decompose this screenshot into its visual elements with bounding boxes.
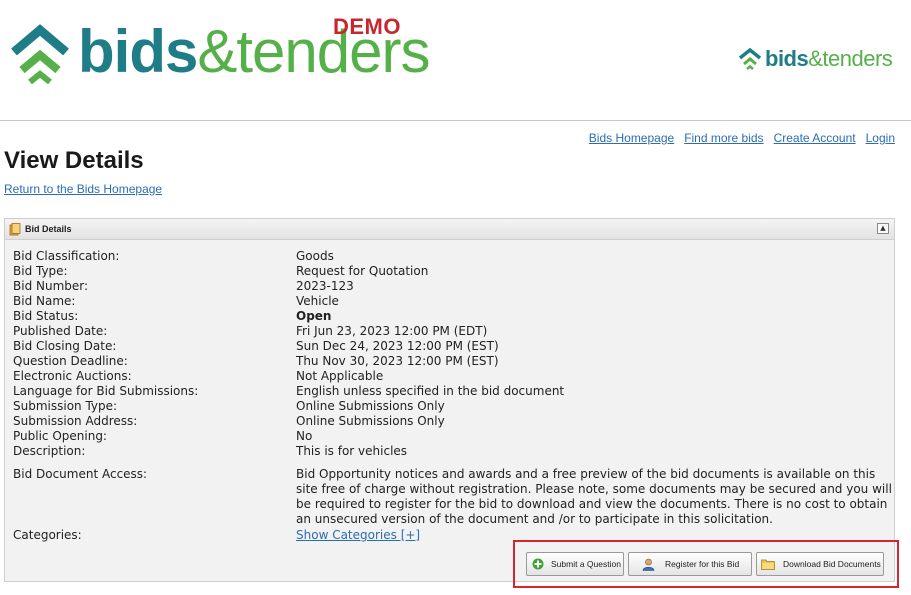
detail-label: Bid Number:: [13, 279, 89, 293]
download-documents-button[interactable]: Download Bid Documents: [756, 552, 884, 576]
detail-row: Bid Number: 2023-123: [13, 279, 893, 294]
plus-circle-icon: [531, 557, 545, 571]
detail-label: Bid Status:: [13, 309, 79, 323]
panel-header: Bid Details: [5, 219, 894, 240]
collapse-panel-button[interactable]: ▲: [877, 223, 889, 234]
detail-row: Bid Status: Open: [13, 309, 893, 324]
detail-label: Language for Bid Submissions:: [13, 384, 199, 398]
detail-label: Electronic Auctions:: [13, 369, 132, 383]
detail-value: Thu Nov 30, 2023 12:00 PM (EST): [296, 354, 499, 368]
detail-value: Request for Quotation: [296, 264, 429, 278]
detail-value: This is for vehicles: [296, 444, 408, 458]
detail-value: 2023-123: [296, 279, 354, 293]
detail-label: Categories:: [13, 528, 82, 542]
detail-value: Not Applicable: [296, 369, 384, 383]
login-link[interactable]: Login: [866, 131, 895, 145]
detail-label: Public Opening:: [13, 429, 107, 443]
detail-value: Sun Dec 24, 2023 12:00 PM (EST): [296, 339, 499, 353]
detail-row: Submission Address: Online Submissions On…: [13, 414, 893, 429]
small-logo-chevron-icon: [738, 48, 762, 70]
details-list: Bid Classification: Goods Bid Type: Reques…: [13, 249, 893, 543]
user-icon: [641, 557, 655, 571]
detail-row: Public Opening: No: [13, 429, 893, 444]
small-logo-amp: &: [808, 46, 823, 71]
detail-row: Bid Name: Vehicle: [13, 294, 893, 309]
detail-row: Published Date: Fri Jun 23, 2023 12:00 PM…: [13, 324, 893, 339]
detail-row: Bid Classification: Goods: [13, 249, 893, 264]
detail-value: Goods: [296, 249, 334, 263]
detail-value: Fri Jun 23, 2023 12:00 PM (EDT): [296, 324, 488, 338]
return-homepage-link[interactable]: Return to the Bids Homepage: [4, 182, 162, 196]
detail-label: Bid Classification:: [13, 249, 120, 263]
bids-homepage-link[interactable]: Bids Homepage: [589, 131, 674, 145]
submit-question-button[interactable]: Submit a Question: [526, 552, 624, 576]
detail-row: Bid Type: Request for Quotation: [13, 264, 893, 279]
small-logo-bids: bids: [765, 46, 809, 71]
detail-label: Submission Type:: [13, 399, 118, 413]
detail-label: Bid Type:: [13, 264, 68, 278]
submit-question-label: Submit a Question: [551, 559, 621, 569]
detail-label: Bid Document Access:: [13, 467, 148, 481]
logo-bids-text: bids: [78, 18, 198, 85]
detail-value: Vehicle: [296, 294, 339, 308]
detail-value: Online Submissions Only: [296, 414, 445, 428]
detail-row: Language for Bid Submissions: English unl…: [13, 384, 893, 399]
detail-row: Submission Type: Online Submissions Only: [13, 399, 893, 414]
find-more-bids-link[interactable]: Find more bids: [684, 131, 763, 145]
panel-title: Bid Details: [25, 224, 72, 234]
logo-chevron-icon: [11, 24, 69, 84]
detail-label: Question Deadline:: [13, 354, 128, 368]
detail-row: Bid Closing Date: Sun Dec 24, 2023 12:00 …: [13, 339, 893, 354]
bid-status-value: Open: [296, 309, 332, 323]
small-logo-tenders: tenders: [822, 46, 893, 71]
header-divider: [0, 120, 911, 121]
create-account-link[interactable]: Create Account: [774, 131, 856, 145]
detail-value: Online Submissions Only: [296, 399, 445, 413]
show-categories-link[interactable]: Show Categories [+]: [296, 528, 420, 542]
demo-badge: DEMO: [333, 14, 401, 39]
register-bid-button[interactable]: Register for this Bid: [628, 552, 752, 576]
detail-label: Description:: [13, 444, 86, 458]
detail-label: Published Date:: [13, 324, 108, 338]
small-logo-wordmark: bids&tenders: [765, 46, 893, 72]
folder-icon: [761, 557, 775, 571]
bid-details-panel: Bid Details ▲ Bid Classification: Goods B…: [4, 218, 895, 582]
page-title: View Details: [4, 147, 144, 174]
register-bid-label: Register for this Bid: [665, 559, 740, 569]
logo-amp-text: &: [197, 18, 237, 85]
top-nav: Bids Homepage Find more bids Create Acco…: [589, 131, 895, 145]
detail-value: English unless specified in the bid docu…: [296, 384, 565, 398]
detail-row: Electronic Auctions: Not Applicable: [13, 369, 893, 384]
document-access-text: Bid Opportunity notices and awards and a…: [296, 467, 892, 526]
document-icon: [9, 222, 21, 235]
detail-label: Bid Name:: [13, 294, 76, 308]
chevron-up-icon: ▲: [880, 224, 886, 232]
detail-row: Question Deadline: Thu Nov 30, 2023 12:00…: [13, 354, 893, 369]
secondary-logo: bids&tenders: [738, 46, 893, 72]
detail-row-document-access: Bid Document Access: Bid Opportunity noti…: [13, 467, 893, 527]
download-documents-label: Download Bid Documents: [783, 559, 881, 569]
detail-label: Bid Closing Date:: [13, 339, 117, 353]
detail-label: Submission Address:: [13, 414, 138, 428]
detail-value: No: [296, 429, 313, 443]
detail-row: Description: This is for vehicles: [13, 444, 893, 459]
